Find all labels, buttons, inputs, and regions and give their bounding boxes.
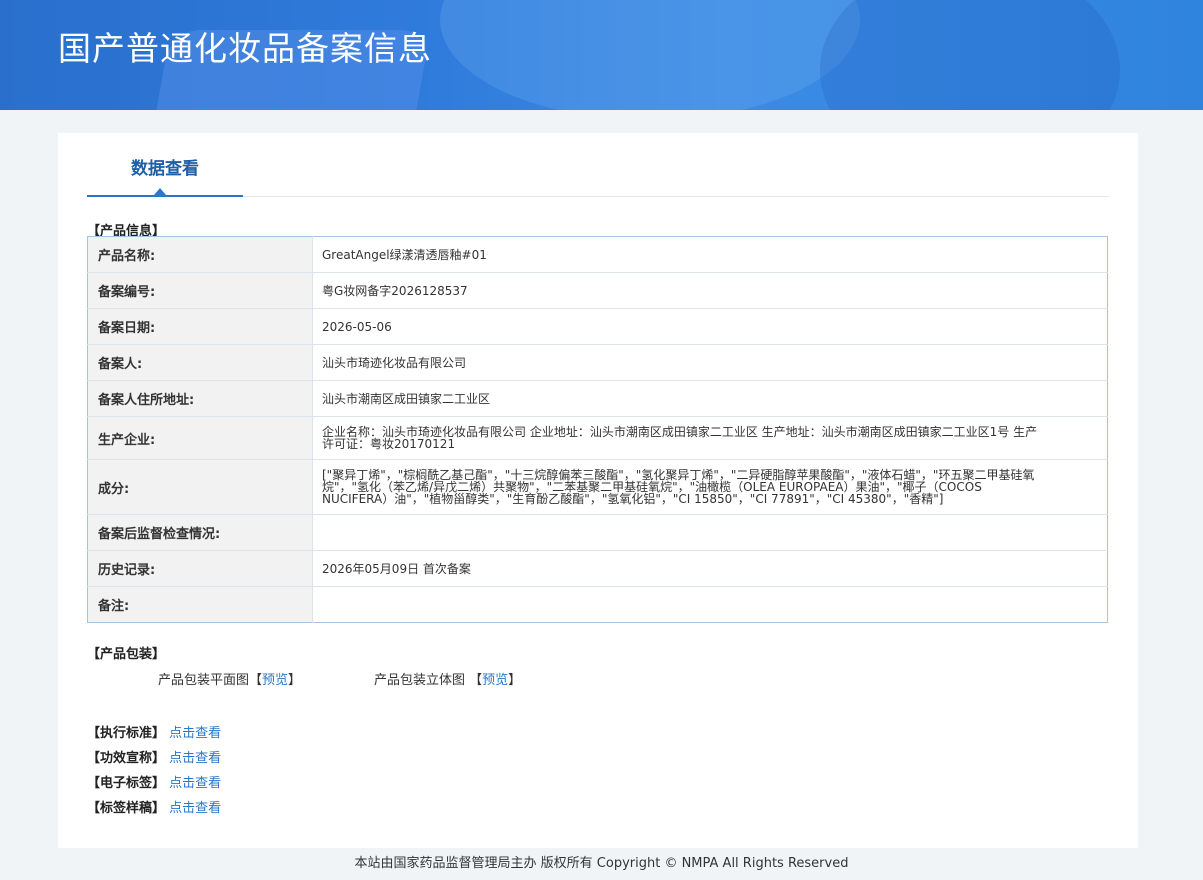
row-label: 历史记录: <box>87 550 313 587</box>
footer-copyright: 本站由国家药品监督管理局主办 版权所有 Copyright © NMPA All… <box>354 856 849 871</box>
table-row: 备案人住所地址: 汕头市潮南区成田镇家二工业区 <box>87 380 1108 417</box>
header-decoration <box>440 0 860 110</box>
efficacy-label: 【功效宣称】 <box>87 751 166 766</box>
row-value: 2026年05月09日 首次备案 <box>312 550 1108 587</box>
row-label: 备案日期: <box>87 308 313 345</box>
row-label: 备注: <box>87 586 313 623</box>
table-row: 备注: <box>87 586 1108 623</box>
row-value: 汕头市琦迹化妆品有限公司 <box>312 344 1108 381</box>
packaging-3d-preview-link[interactable]: 预览 <box>482 673 508 688</box>
standard-label: 【执行标准】 <box>87 726 166 741</box>
bracket-open: 【 <box>465 673 483 688</box>
tab-bar: 数据查看 <box>87 133 1109 197</box>
row-value: 汕头市潮南区成田镇家二工业区 <box>312 380 1108 417</box>
row-value: 企业名称：汕头市琦迹化妆品有限公司 企业地址：汕头市潮南区成田镇家二工业区 生产… <box>312 416 1108 460</box>
e-label-view-link[interactable]: 点击查看 <box>169 776 221 791</box>
e-label-row: 【电子标签】 点击查看 <box>87 772 221 791</box>
row-label: 备案人: <box>87 344 313 381</box>
row-label: 备案人住所地址: <box>87 380 313 417</box>
efficacy-view-link[interactable]: 点击查看 <box>169 751 221 766</box>
label-sample-row: 【标签样稿】 点击查看 <box>87 797 221 816</box>
row-label: 生产企业: <box>87 416 313 460</box>
table-row: 历史记录: 2026年05月09日 首次备案 <box>87 550 1108 587</box>
packaging-section-title: 【产品包装】 <box>87 647 166 662</box>
label-sample-view-link[interactable]: 点击查看 <box>169 801 221 816</box>
row-value <box>313 587 1108 623</box>
row-value <box>312 514 1108 551</box>
packaging-flat-item: 产品包装平面图【预览】 <box>158 669 301 688</box>
packaging-flat-preview-link[interactable]: 预览 <box>262 673 288 688</box>
header-decoration <box>820 0 1120 110</box>
table-row: 备案日期: 2026-05-06 <box>87 308 1108 345</box>
row-label: 产品名称: <box>87 236 313 273</box>
standard-row: 【执行标准】 点击查看 <box>87 722 221 741</box>
bracket-close: 】 <box>288 673 302 688</box>
row-value: GreatAngel绿漾清透唇釉#01 <box>312 236 1108 273</box>
bracket-close: 】 <box>508 673 522 688</box>
row-value: 粤G妆网备字2026128537 <box>312 272 1108 309</box>
standard-view-link[interactable]: 点击查看 <box>169 726 221 741</box>
row-value: ["聚异丁烯"，"棕榈酰乙基己酯"，"十三烷醇偏苯三酸酯"，"氢化聚异丁烯"，"… <box>312 459 1108 515</box>
packaging-3d-label: 产品包装立体图 <box>374 673 466 688</box>
table-row: 备案后监督检查情况: <box>87 514 1108 551</box>
tab-active-indicator <box>154 188 166 195</box>
table-row: 备案编号: 粤G妆网备字2026128537 <box>87 272 1108 309</box>
row-label: 备案后监督检查情况: <box>87 514 313 551</box>
table-row: 生产企业: 企业名称：汕头市琦迹化妆品有限公司 企业地址：汕头市潮南区成田镇家二… <box>87 416 1108 460</box>
product-info-table: 产品名称: GreatAngel绿漾清透唇釉#01 备案编号: 粤G妆网备字20… <box>87 236 1108 623</box>
table-row: 备案人: 汕头市琦迹化妆品有限公司 <box>87 344 1108 381</box>
row-label: 成分: <box>87 459 313 515</box>
packaging-3d-item: 产品包装立体图 【预览】 <box>374 669 521 688</box>
e-label-label: 【电子标签】 <box>87 776 166 791</box>
table-row: 产品名称: GreatAngel绿漾清透唇釉#01 <box>87 236 1108 273</box>
row-label: 备案编号: <box>87 272 313 309</box>
efficacy-row: 【功效宣称】 点击查看 <box>87 747 221 766</box>
packaging-flat-label: 产品包装平面图 <box>158 673 250 688</box>
row-value: 2026-05-06 <box>312 308 1108 345</box>
content-card: 数据查看 【产品信息】 产品名称: GreatAngel绿漾清透唇釉#01 备案… <box>58 133 1138 848</box>
table-row: 成分: ["聚异丁烯"，"棕榈酰乙基己酯"，"十三烷醇偏苯三酸酯"，"氢化聚异丁… <box>87 459 1108 515</box>
page-header: 国产普通化妆品备案信息 <box>0 0 1203 110</box>
label-sample-label: 【标签样稿】 <box>87 801 166 816</box>
bracket-open: 【 <box>249 673 263 688</box>
page-title: 国产普通化妆品备案信息 <box>58 29 432 68</box>
